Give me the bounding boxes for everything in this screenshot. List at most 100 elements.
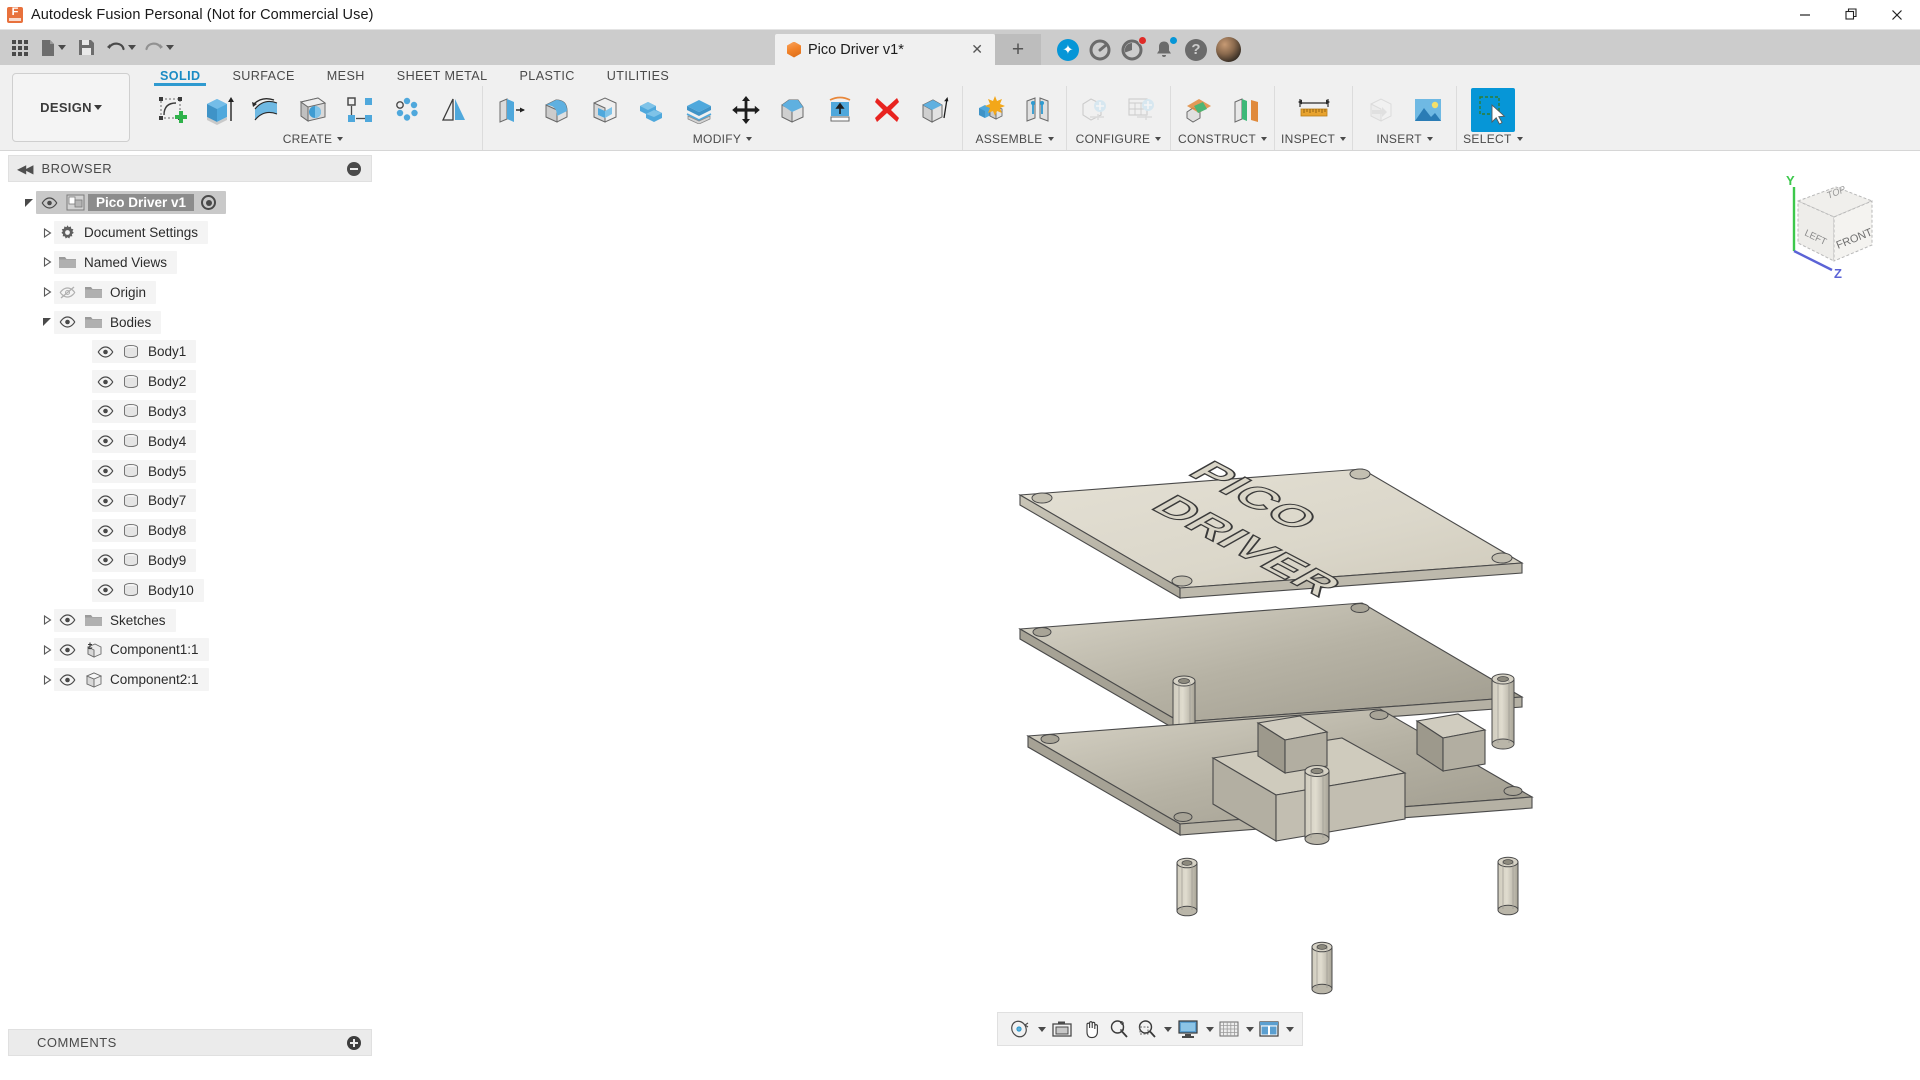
expand-arrow-icon[interactable] [40,307,54,337]
visibility-eye-hidden-icon[interactable] [54,286,80,299]
zoom-icon[interactable] [1106,1015,1132,1043]
tree-item-body7[interactable]: Body7 [0,486,380,516]
split-face-icon[interactable] [912,88,956,132]
tree-item-body2[interactable]: Body2 [0,367,380,397]
visibility-eye-icon[interactable] [92,405,118,417]
activity-icon[interactable] [1119,37,1145,63]
grid-snaps-icon[interactable] [1216,1015,1242,1043]
viewports-icon[interactable] [1256,1015,1282,1043]
insert-canvas-icon[interactable] [1406,88,1450,132]
workspace-switcher[interactable]: DESIGN [12,73,130,142]
panel-insert-label[interactable]: INSERT [1376,132,1433,150]
draft-icon[interactable] [818,88,862,132]
orbit-icon[interactable] [1006,1015,1034,1043]
comments-bar[interactable]: COMMENTS [8,1029,372,1056]
tab-plastic[interactable]: PLASTIC [504,69,591,86]
combine-icon[interactable] [630,88,674,132]
visibility-eye-icon[interactable] [54,316,80,328]
panel-configure-label[interactable]: CONFIGURE [1076,132,1162,150]
activate-component-radio[interactable] [201,195,216,210]
tree-item-bodies[interactable]: Bodies [0,307,380,337]
visibility-eye-icon[interactable] [92,584,118,596]
visibility-eye-icon[interactable] [92,525,118,537]
joint-icon[interactable] [1016,88,1060,132]
tab-sheet-metal[interactable]: SHEET METAL [381,69,504,86]
fit-dropdown-icon[interactable] [1164,1027,1172,1032]
shell-icon[interactable] [583,88,627,132]
visibility-eye-icon[interactable] [92,495,118,507]
display-settings-icon[interactable] [1174,1015,1202,1043]
grid-dropdown-icon[interactable] [1246,1027,1254,1032]
close-tab-icon[interactable]: ✕ [967,41,987,58]
avatar[interactable] [1215,37,1241,63]
top-plate-with-engraving[interactable]: PICO DRIVER [1020,455,1522,602]
tab-solid[interactable]: SOLID [144,69,216,86]
standoff-center[interactable] [1305,766,1329,845]
panel-minimize-icon[interactable] [347,162,361,176]
viewport-canvas[interactable]: PICO DRIVER [380,151,1920,1080]
visibility-eye-icon[interactable] [92,465,118,477]
rectangular-pattern-icon[interactable] [338,88,382,132]
move-copy-icon[interactable] [724,88,768,132]
panel-assemble-label[interactable]: ASSEMBLE [975,132,1053,150]
pan-icon[interactable] [1078,1015,1104,1043]
pico-driver-exploded-assembly[interactable]: PICO DRIVER [380,151,1920,1080]
tree-item-named-views[interactable]: Named Views [0,248,380,278]
create-sketch-icon[interactable] [150,88,194,132]
expand-arrow-icon[interactable] [40,248,54,278]
undo-icon[interactable] [103,33,139,63]
tree-item-body8[interactable]: Body8 [0,516,380,546]
circular-pattern-icon[interactable] [385,88,429,132]
extensions-icon[interactable]: ✦ [1055,37,1081,63]
standoff-lower-left[interactable] [1177,858,1197,916]
panel-inspect-label[interactable]: INSPECT [1281,132,1346,150]
tab-surface[interactable]: SURFACE [216,69,310,86]
expand-arrow-icon[interactable] [40,665,54,695]
expand-arrow-icon[interactable] [40,218,54,248]
tree-item-component2[interactable]: Component2:1 [0,665,380,695]
expand-arrow-icon[interactable] [40,277,54,307]
tree-item-body10[interactable]: Body10 [0,575,380,605]
orbit-dropdown-icon[interactable] [1038,1027,1046,1032]
standoff-bottom-center[interactable] [1312,942,1332,994]
panel-select-label[interactable]: SELECT [1463,132,1522,150]
expand-arrow-icon[interactable] [22,188,36,218]
app-grid-icon[interactable] [5,33,35,63]
select-window-icon[interactable] [1471,88,1515,132]
plane-along-path-icon[interactable] [1224,88,1268,132]
maximize-button[interactable] [1828,0,1874,30]
visibility-eye-icon[interactable] [54,674,80,686]
document-tab[interactable]: Pico Driver v1* ✕ [775,34,995,65]
panel-modify-label[interactable]: MODIFY [693,132,752,150]
save-icon[interactable] [71,33,101,63]
visibility-eye-icon[interactable] [54,644,80,656]
look-at-icon[interactable] [1048,1015,1076,1043]
visibility-eye-icon[interactable] [92,376,118,388]
tree-item-document-settings[interactable]: Document Settings [0,218,380,248]
new-file-icon[interactable] [37,33,69,63]
tree-item-component1[interactable]: Component1:1 [0,635,380,665]
fillet-icon[interactable] [536,88,580,132]
tree-item-body9[interactable]: Body9 [0,546,380,576]
offset-plane-icon[interactable] [1177,88,1221,132]
tree-item-body5[interactable]: Body5 [0,456,380,486]
tree-item-body4[interactable]: Body4 [0,426,380,456]
tab-utilities[interactable]: UTILITIES [591,69,685,86]
notifications-bell-icon[interactable] [1151,37,1177,63]
new-component-icon[interactable] [969,88,1013,132]
new-tab-button[interactable]: + [995,34,1041,65]
add-comment-icon[interactable] [347,1036,361,1050]
help-icon[interactable]: ? [1183,37,1209,63]
display-dropdown-icon[interactable] [1206,1027,1214,1032]
middle-plate[interactable] [1020,603,1522,732]
job-status-icon[interactable] [1087,37,1113,63]
fit-icon[interactable] [1134,1015,1160,1043]
tree-item-sketches[interactable]: Sketches [0,605,380,635]
expand-arrow-icon[interactable] [40,635,54,665]
mirror-icon[interactable] [432,88,476,132]
visibility-eye-icon[interactable] [36,197,62,209]
extrude-icon[interactable] [197,88,241,132]
viewports-dropdown-icon[interactable] [1286,1027,1294,1032]
tree-item-body3[interactable]: Body3 [0,397,380,427]
tree-item-body1[interactable]: Body1 [0,337,380,367]
